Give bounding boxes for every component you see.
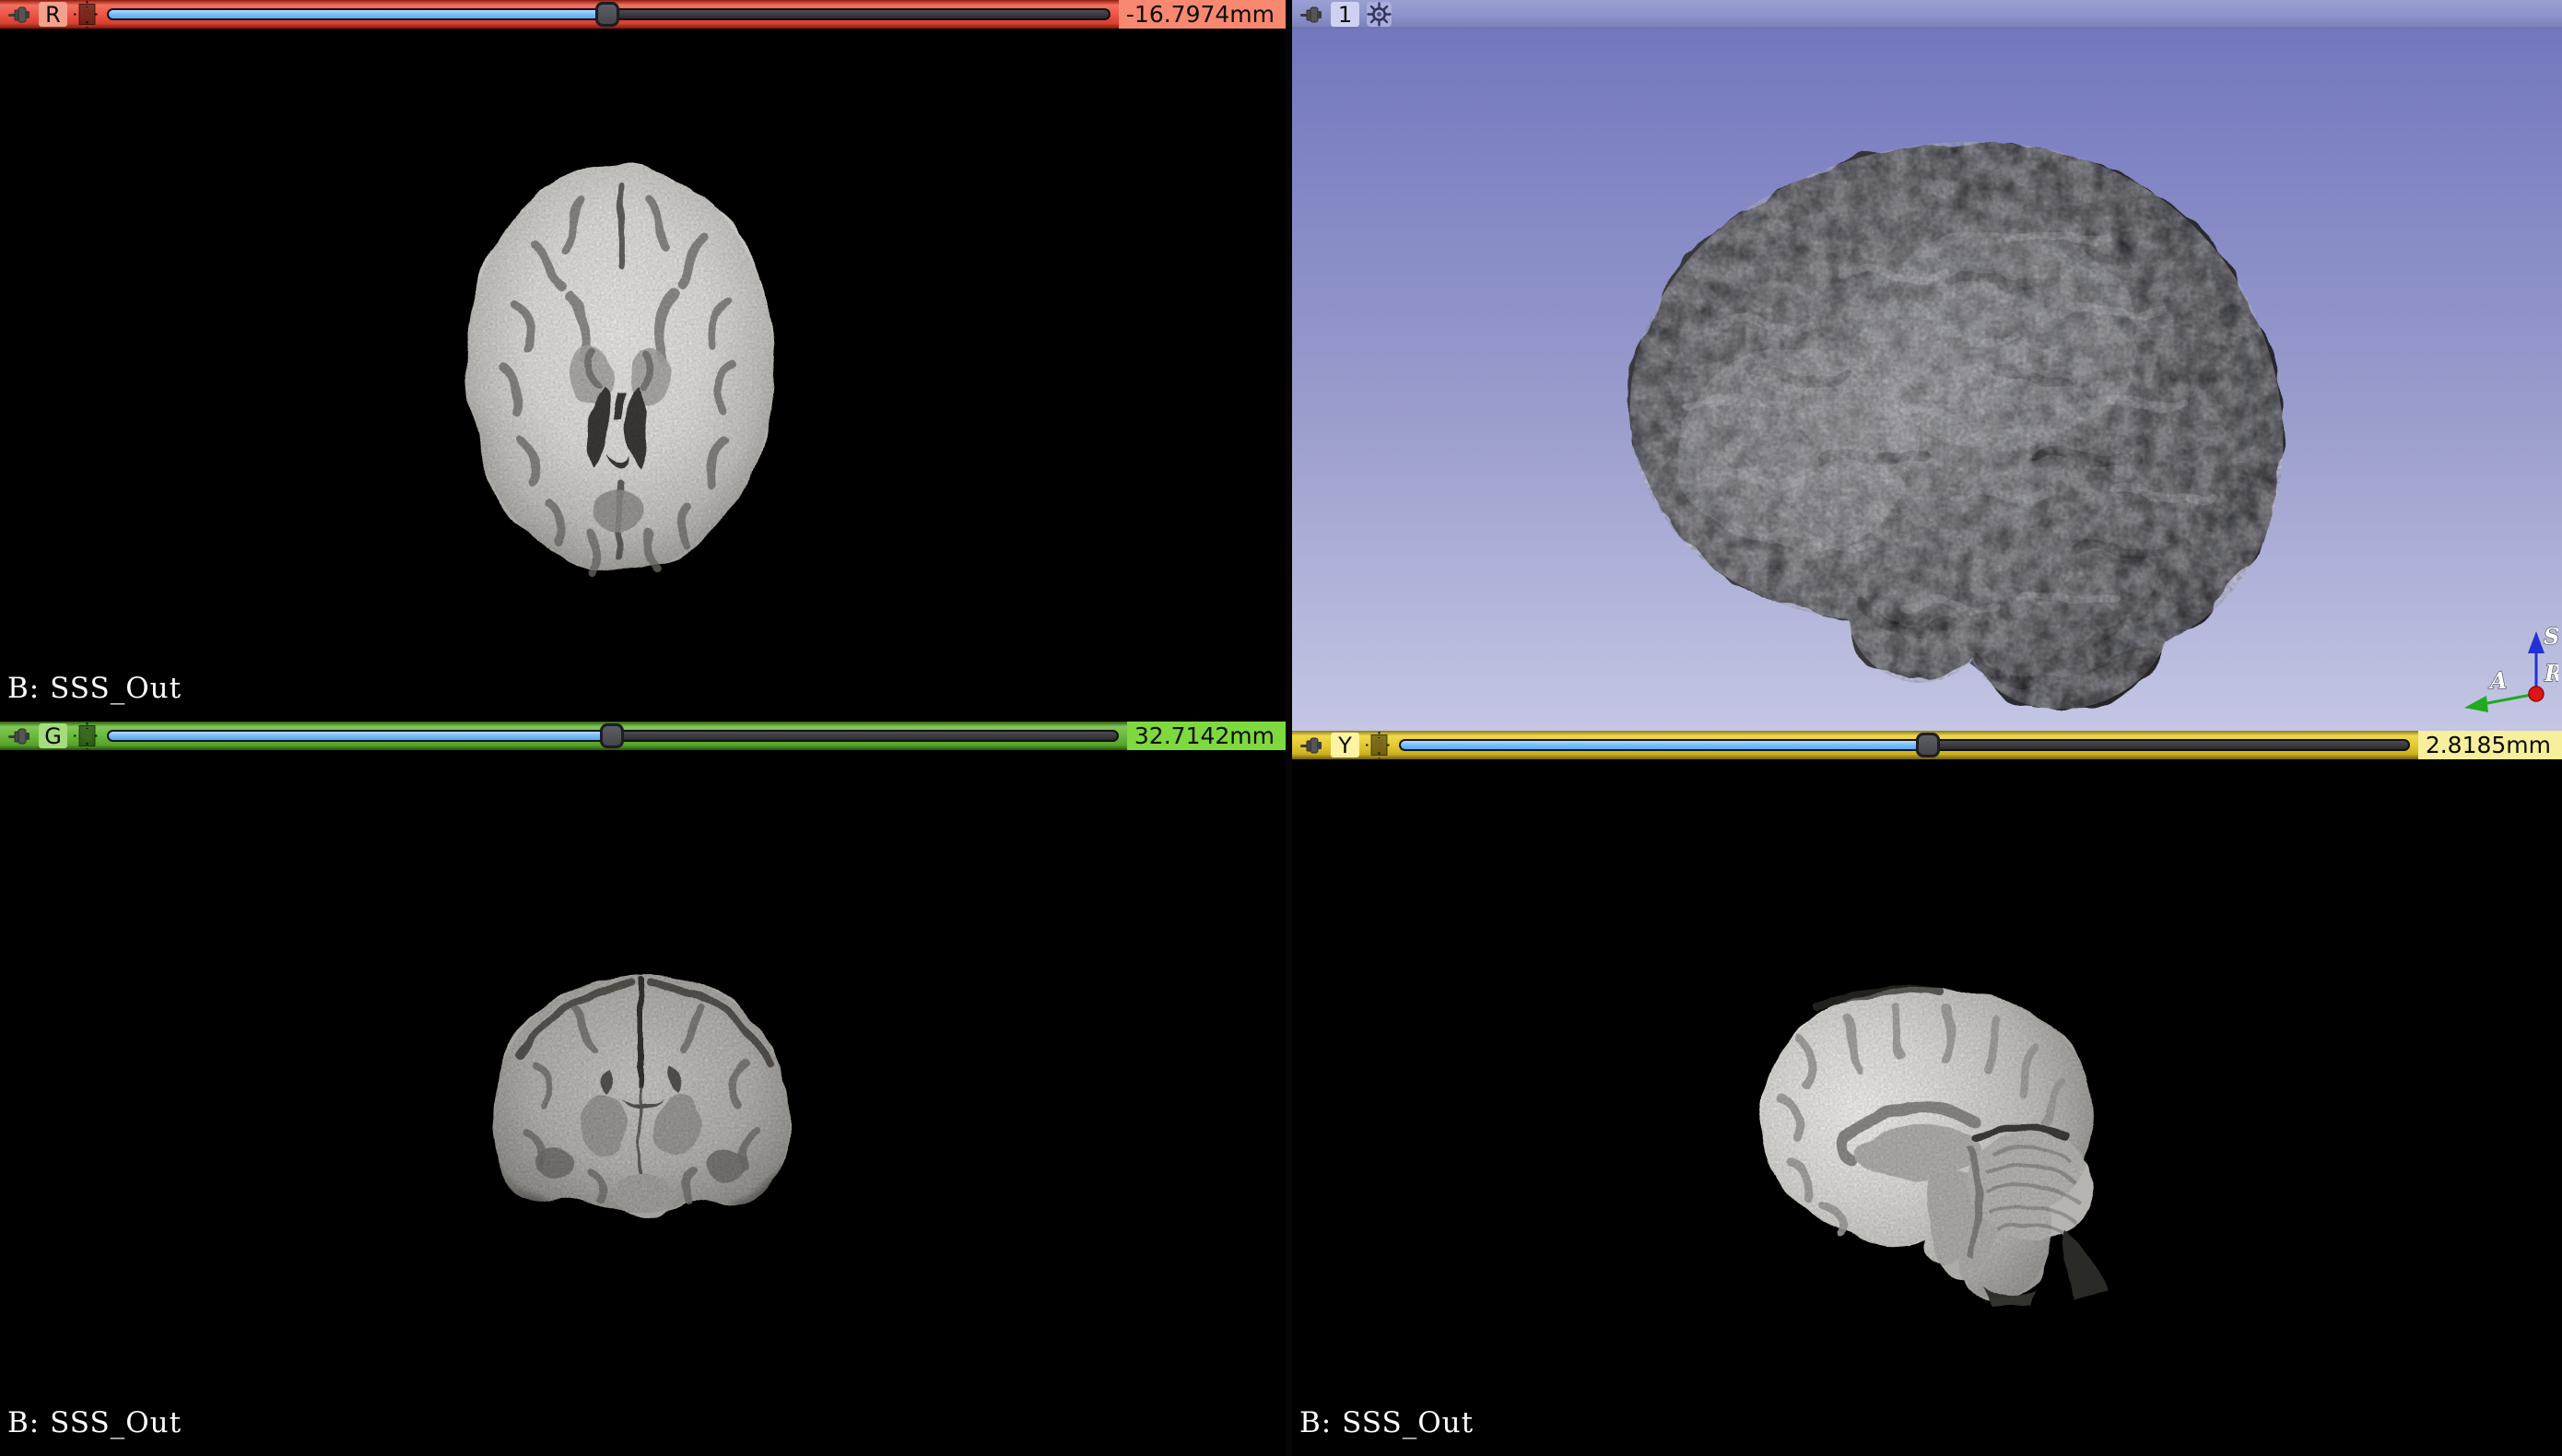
sagittal-brain-slice-image xyxy=(1707,953,2144,1307)
green-slice-viewport[interactable]: B: SSS_Out xyxy=(0,750,1286,1456)
green-slice-offset-slider[interactable] xyxy=(107,722,1121,750)
red-slice-controller-bar: R -16.7974mm xyxy=(0,0,1286,29)
yellow-view-background-volume-label: B: SSS_Out xyxy=(1299,1406,1474,1439)
right-axis-label: R xyxy=(2544,660,2558,687)
spin-crosshair-icon[interactable] xyxy=(1366,1,1393,28)
pushpin-icon[interactable] xyxy=(7,6,32,23)
pushpin-icon[interactable] xyxy=(1299,737,1324,754)
axial-brain-slice-image xyxy=(440,147,799,589)
yellow-slice-viewport[interactable]: B: SSS_Out xyxy=(1292,759,2562,1456)
slider-track-filled xyxy=(1399,739,1928,751)
green-view-background-volume-label: B: SSS_Out xyxy=(7,1406,182,1439)
slider-track-filled xyxy=(107,8,607,20)
slider-track-filled xyxy=(107,730,612,742)
anterior-axis-label: A xyxy=(2488,667,2508,694)
slider-track-empty xyxy=(612,730,1119,742)
red-slider-handle[interactable] xyxy=(595,2,619,27)
orientation-axes-widget: S A R xyxy=(2455,620,2558,729)
pane-divider xyxy=(1286,0,1292,1456)
green-slider-handle[interactable] xyxy=(600,723,624,748)
left-column: R -16.7974mm xyxy=(0,0,1286,1456)
volume-rendered-brain xyxy=(1521,99,2324,729)
slider-track-empty xyxy=(1928,739,2410,751)
yellow-slice-offset-value[interactable]: 2.8185mm xyxy=(2418,731,2562,759)
red-slice-viewport[interactable]: B: SSS_Out xyxy=(0,29,1286,722)
right-column: 1 xyxy=(1292,0,2562,1456)
yellow-slider-handle[interactable] xyxy=(1916,733,1940,757)
slicer-fourup-layout: R -16.7974mm xyxy=(0,0,2562,1456)
superior-axis-arrow xyxy=(2528,631,2544,653)
red-view-background-volume-label: B: SSS_Out xyxy=(7,672,182,705)
red-slice-offset-slider[interactable] xyxy=(107,0,1112,29)
slider-track-empty xyxy=(607,8,1111,20)
right-axis-dot xyxy=(2529,687,2544,701)
green-slice-controller-bar: G 32.7142mm xyxy=(0,722,1286,750)
crosshair-icon[interactable] xyxy=(1366,732,1393,758)
threeD-viewport[interactable]: S A R xyxy=(1292,29,2562,731)
anterior-axis-arrow xyxy=(2464,696,2488,712)
crosshair-icon[interactable] xyxy=(74,1,100,28)
yellow-slice-offset-slider[interactable] xyxy=(1399,731,2412,759)
coronal-brain-slice-image xyxy=(465,945,816,1233)
pushpin-icon[interactable] xyxy=(1299,6,1324,23)
threeD-view-label[interactable]: 1 xyxy=(1331,2,1359,27)
threeD-view-controller-bar: 1 xyxy=(1292,0,2562,29)
green-view-label[interactable]: G xyxy=(39,723,67,748)
crosshair-icon[interactable] xyxy=(74,722,100,749)
yellow-slice-controller-bar: Y 2.8185mm xyxy=(1292,731,2562,759)
pushpin-icon[interactable] xyxy=(7,728,32,745)
red-view-label[interactable]: R xyxy=(39,2,67,27)
green-slice-offset-value[interactable]: 32.7142mm xyxy=(1127,722,1286,750)
red-slice-offset-value[interactable]: -16.7974mm xyxy=(1119,0,1286,29)
superior-axis-label: S xyxy=(2544,623,2558,650)
yellow-view-label[interactable]: Y xyxy=(1331,733,1359,757)
